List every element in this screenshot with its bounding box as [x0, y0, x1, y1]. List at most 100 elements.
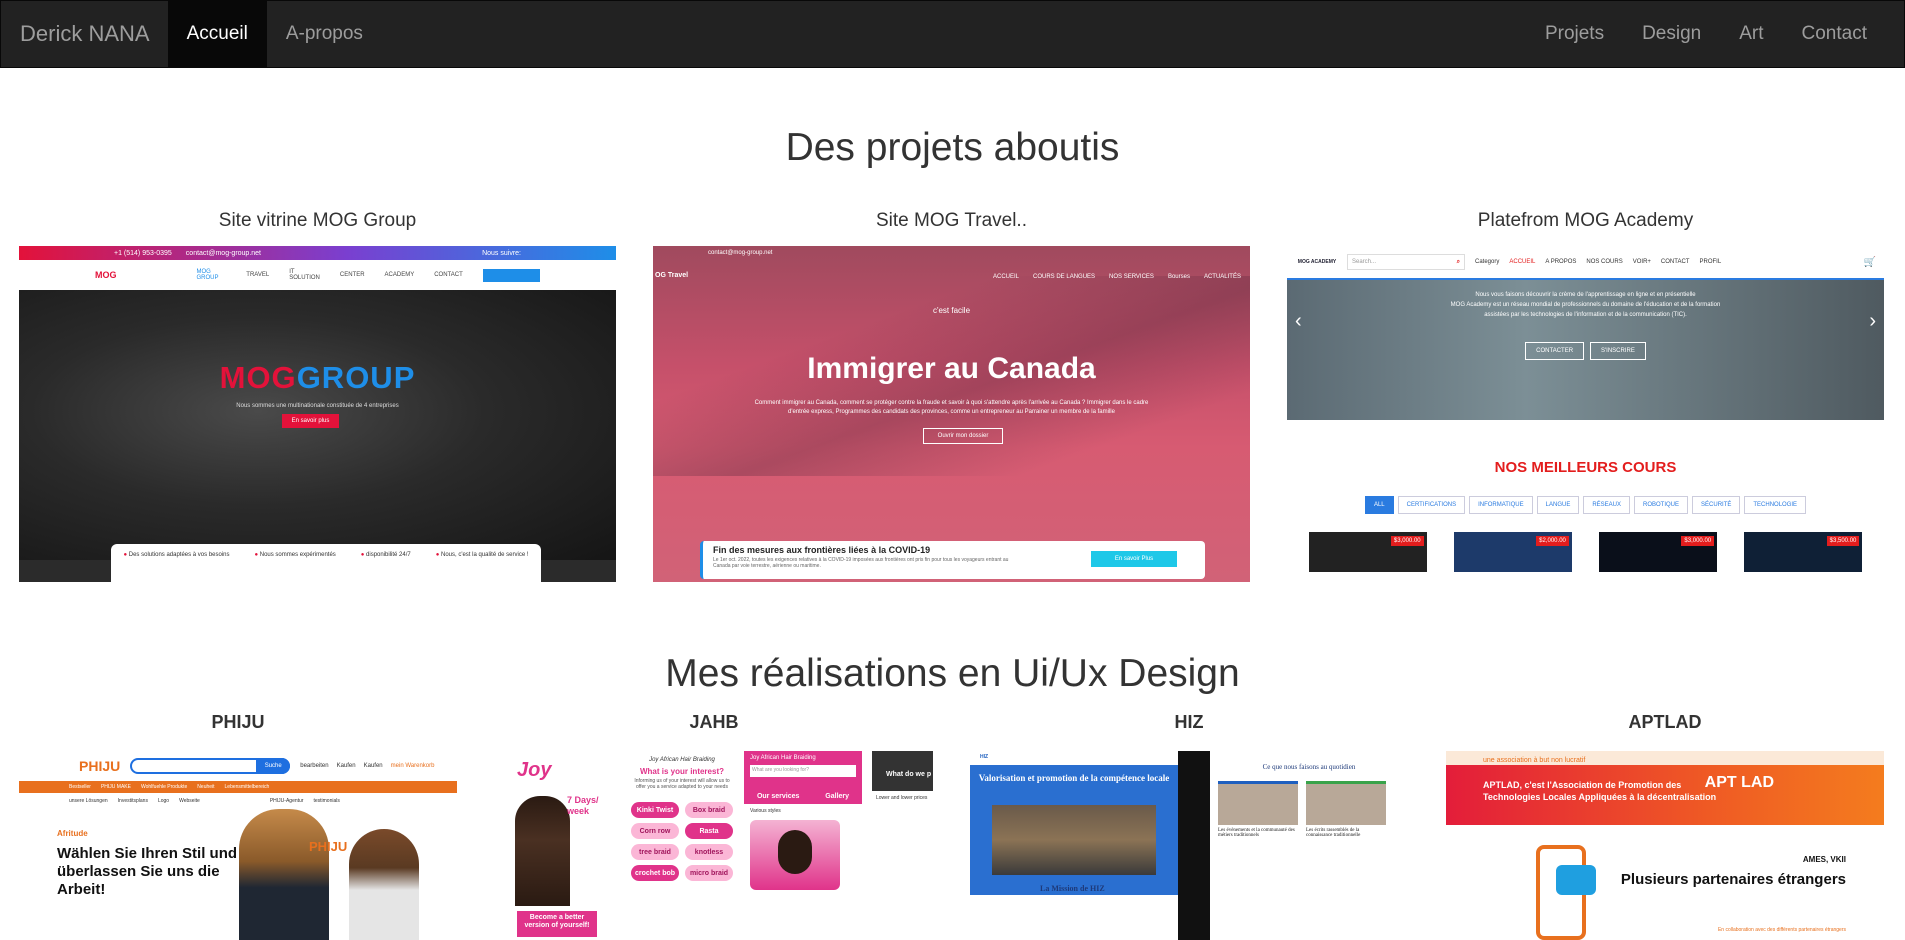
brand-link[interactable]: Derick NANA	[1, 1, 168, 67]
project-title-mog-academy: Platefrom MOG Academy	[1477, 210, 1694, 231]
navbar: Derick NANA Accueil A-propos Projets Des…	[0, 0, 1905, 68]
academy-courses-title: NOS MEILLEURS COURS	[1494, 459, 1677, 476]
project-screenshot-mog-group[interactable]: +1 (514) 953-0395 contact@mog-group.net …	[19, 246, 616, 582]
projects-section-title: Des projets aboutis	[785, 126, 1120, 169]
travel-hero-button: Ouvrir mon dossier	[923, 428, 1003, 444]
academy-filter: LANGUE	[1536, 496, 1580, 514]
nav-item-accueil[interactable]: Accueil	[167, 1, 267, 67]
travel-nav-item: COURS DE LANGUES	[1033, 274, 1096, 280]
travel-nav-item: ACTUALITÉS	[1203, 274, 1241, 280]
phiju-hero-logo: PHIJU	[309, 839, 348, 854]
jahb-model-image	[515, 796, 570, 906]
academy-nav-item: A PROPOS	[1545, 259, 1577, 265]
mog-nav-button	[482, 268, 540, 282]
travel-news-card: Fin des mesures aux frontières liées à l…	[700, 541, 1205, 579]
jahb-tag: Box braid	[685, 802, 733, 818]
aptlad-footer-text: En collaboration avec des différents par…	[1717, 927, 1846, 933]
jahb-screen-splash: Joy 7 Days/ week Become a better version…	[495, 751, 613, 940]
phiju-search: Suche	[130, 758, 291, 774]
nav-item-art[interactable]: Art	[1720, 1, 1782, 67]
cart-icon: Kaufen	[336, 763, 356, 769]
mog-nav-item: IT SOLUTION	[289, 269, 320, 281]
aptlad-tagline: Plusieurs partenaires étrangers	[1620, 871, 1846, 888]
academy-hero-buttons: CONTACTER S'INSCRIRE	[1287, 342, 1884, 360]
phiju-icons: bearbeiten Kaufen Kaufen mein Warenkorb	[300, 763, 434, 769]
mog-nav: MOG MOG GROUP TRAVEL IT SOLUTION CENTER …	[19, 260, 616, 290]
phiju-hero-tagline: Wählen Sie Ihren Stil und überlassen Sie…	[57, 845, 238, 898]
jahb-screen-services: Joy African Hair Braiding What are you l…	[744, 751, 862, 940]
academy-filter: CERTIFICATIONS	[1397, 496, 1466, 514]
jahb-logo: Joy	[517, 759, 552, 781]
hiz-page-activities: Ce que nous faisons au quotidien Les évè…	[1210, 751, 1408, 940]
academy-signup-button: S'INSCRIRE	[1590, 342, 1646, 360]
travel-hero-title: Immigrer au Canada	[807, 352, 1096, 385]
mog-nav-item: TRAVEL	[246, 272, 270, 278]
phiju-logo: PHIJU	[79, 758, 121, 774]
academy-nav: MOG ACADEMY Search... ⌕ Category ACCUEIL …	[1287, 246, 1884, 280]
jahb-tag: Rasta	[685, 823, 733, 839]
phiju-hero: Afritude Wählen Sie Ihren Stil und überl…	[19, 809, 457, 940]
hiz-page-home: HIZ Valorisation et promotion de la comp…	[970, 751, 1178, 940]
jahb-tag: Kinki Twist	[631, 802, 679, 818]
mog-feature: disponibilité 24/7	[361, 552, 411, 582]
jahb-cta: Become a better version of yourself!	[517, 911, 597, 937]
mog-nav-item: ACADEMY	[384, 272, 415, 278]
cart-icon: 🛒	[1863, 256, 1876, 268]
nav-item-contact[interactable]: Contact	[1783, 1, 1886, 67]
nav-item-a-propos[interactable]: A-propos	[267, 1, 382, 67]
course-thumb: $3,000.00	[1308, 532, 1427, 572]
course-thumb: $3,000.00	[1599, 532, 1718, 572]
design-screenshot-aptlad[interactable]: une association à but non lucratif APTLA…	[1446, 751, 1884, 940]
academy-hero-text: Nous vous faisons découvrir la crème de …	[1450, 292, 1721, 318]
jahb-screen-prices: What do we p Lower and lower prices	[872, 751, 933, 940]
hiz-divider	[1178, 751, 1210, 940]
phiju-search-button: Suche	[256, 758, 291, 774]
jahb-tag: tree braid	[631, 844, 679, 860]
phiju-model-image	[349, 829, 419, 940]
design-section-title: Mes réalisations en Ui/Ux Design	[665, 652, 1240, 695]
jahb-tag: knotless	[685, 844, 733, 860]
hiz-banner: Valorisation et promotion de la compéten…	[970, 765, 1178, 895]
travel-hero-desc: Comment immigrer au Canada, comment se p…	[754, 400, 1149, 415]
megaphone-icon	[1556, 865, 1596, 895]
design-screenshot-jahb[interactable]: Joy 7 Days/ week Become a better version…	[495, 751, 933, 940]
academy-nav-item: ACCUEIL	[1509, 259, 1536, 265]
phiju-model-image	[239, 809, 329, 940]
travel-card-button: En savoir Plus	[1091, 551, 1177, 567]
project-title-mog-group: Site vitrine MOG Group	[218, 210, 417, 231]
travel-nav-item: NOS SERVICES	[1109, 274, 1154, 280]
nav-left: Accueil A-propos	[167, 1, 382, 67]
design-screenshot-phiju[interactable]: PHIJU Suche bearbeiten Kaufen Kaufen mei…	[19, 751, 457, 940]
search-icon: ⌕	[1456, 258, 1460, 265]
mog-feature: Nous, c'est la qualité de service !	[436, 552, 529, 582]
phiju-hero-small: Afritude	[57, 829, 88, 838]
academy-nav-item: Category	[1475, 259, 1500, 265]
jahb-tag: Corn row	[631, 823, 679, 839]
hiz-nav: HIZ	[980, 754, 989, 760]
academy-contact-button: CONTACTER	[1525, 342, 1585, 360]
academy-nav-item: PROFIL	[1699, 259, 1722, 265]
mog-nav-item: CENTER	[339, 272, 365, 278]
mog-nav-item: CONTACT	[434, 272, 463, 278]
mog-email: contact@mog-group.net	[185, 249, 261, 257]
design-screenshot-hiz[interactable]: HIZ Valorisation et promotion de la comp…	[970, 751, 1408, 940]
academy-hero: ‹ › Nous vous faisons découvrir la crème…	[1287, 280, 1884, 420]
academy-filter: RÉSEAUX	[1583, 496, 1631, 514]
mog-hero-button: En savoir plus	[282, 414, 339, 428]
aptlad-top-text: une association à but non lucratif	[1446, 751, 1884, 765]
mog-hero: MOGGROUP Nous sommes une multinationale …	[19, 290, 616, 560]
phiju-category-bar: Bestseller PHIJU MAKE Wohlfuehle Produkt…	[19, 781, 457, 793]
design-title-hiz: HIZ	[1174, 712, 1204, 732]
project-screenshot-mog-travel[interactable]: contact@mog-group.net OG Travel ACCUEIL …	[653, 246, 1250, 582]
aptlad-location: AMES, VKII	[1802, 855, 1846, 864]
design-title-phiju: PHIJU	[211, 712, 265, 732]
nav-item-projets[interactable]: Projets	[1526, 1, 1623, 67]
academy-filter: ALL	[1364, 496, 1394, 514]
hiz-activity-image	[1218, 781, 1298, 825]
project-screenshot-mog-academy[interactable]: MOG ACADEMY Search... ⌕ Category ACCUEIL …	[1287, 246, 1884, 582]
mog-follow: Nous suivre:	[482, 249, 521, 257]
academy-filter: TECHNOLOGIE	[1744, 496, 1807, 514]
academy-nav-item: VOIR+	[1632, 259, 1651, 265]
travel-card-desc: Le 1er oct. 2022, toutes les exigences r…	[713, 557, 1009, 569]
nav-item-design[interactable]: Design	[1623, 1, 1720, 67]
